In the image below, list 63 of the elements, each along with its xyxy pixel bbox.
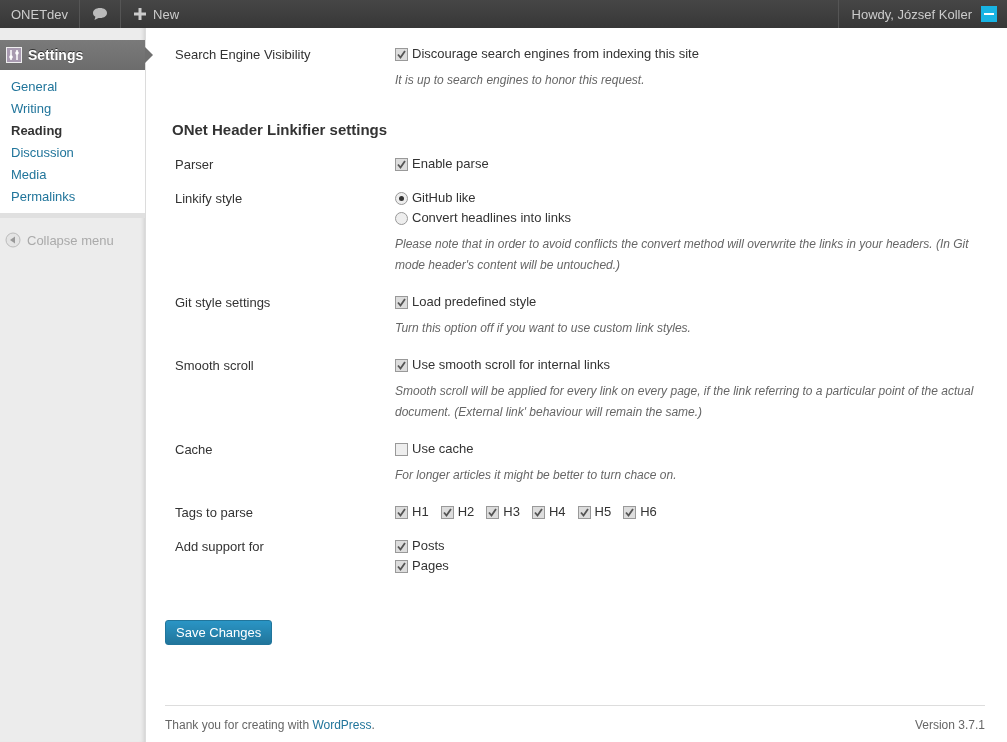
option-label: Posts: [412, 538, 445, 554]
submenu-link[interactable]: General: [0, 76, 145, 98]
field-description: It is up to search engines to honor this request.: [395, 72, 646, 89]
radio-button[interactable]: [395, 191, 408, 205]
setting-label: Git style settings: [175, 294, 272, 312]
option-label: Pages: [412, 558, 449, 574]
option-label: Load predefined style: [412, 294, 537, 310]
checkbox[interactable]: [531, 505, 545, 519]
current-pointer-icon: [145, 47, 153, 63]
checkbox[interactable]: [440, 505, 454, 519]
field-description: For longer articles it might be better to turn chace on.: [395, 467, 678, 484]
settings-menu-item[interactable]: Settings: [0, 40, 145, 70]
option-label: H4: [548, 504, 566, 520]
checkbox[interactable]: [395, 559, 408, 573]
checkbox[interactable]: [623, 505, 637, 519]
setting-label: Cache: [175, 441, 214, 459]
option-label: H1: [412, 504, 429, 520]
checkbox[interactable]: [395, 505, 408, 519]
section-heading: ONet Header Linkifier settings: [172, 121, 389, 138]
field-description: Please note that in order to avoid conflicts the convert method will overwrite the links in your headers. (In Git mode header's content will be untouched.): [395, 236, 970, 274]
setting-label: Search Engine Visibility: [175, 46, 312, 64]
sliders-icon: [6, 47, 22, 63]
option-label: Use smooth scroll for internal links: [412, 357, 610, 373]
setting-label: Linkify style: [175, 190, 244, 208]
field-description: Turn this option off if you want to use custom link styles.: [395, 320, 692, 337]
option-label: GitHub like: [412, 190, 476, 206]
submenu-link[interactable]: Media: [0, 164, 145, 186]
option-label: Use cache: [412, 441, 474, 457]
new-button[interactable]: New: [121, 0, 192, 28]
setting-label: Parser: [175, 156, 215, 172]
option-label: Discourage search engines from indexing this site: [412, 46, 699, 62]
account-menu[interactable]: Howdy, József Koller: [837, 0, 1007, 28]
setting-label: Tags to parse: [175, 504, 255, 520]
checkbox[interactable]: [395, 157, 408, 171]
submenu-link[interactable]: Reading: [0, 120, 145, 142]
submenu-link[interactable]: Discussion: [0, 142, 145, 164]
footer-credit: Thank you for creating with WordPress.: [165, 718, 375, 732]
checkbox[interactable]: [395, 358, 408, 372]
settings-label: Settings: [28, 47, 84, 63]
submenu-link[interactable]: Writing: [0, 98, 145, 120]
checkbox[interactable]: [486, 505, 500, 519]
option-label: H3: [503, 504, 520, 520]
avatar-icon: [981, 6, 997, 22]
option-label: H5: [594, 504, 612, 520]
checkbox[interactable]: [395, 539, 408, 553]
save-changes-button[interactable]: Save Changes: [165, 620, 273, 645]
setting-label: Smooth scroll: [175, 357, 255, 375]
checkbox[interactable]: [577, 505, 591, 519]
setting-label: Add support for: [175, 538, 265, 556]
radio-button[interactable]: [395, 211, 408, 225]
field-description: Smooth scroll will be applied for every link on every page, if the link referring to a particular point of the actual document. (External link' behaviour will remain the same.): [395, 383, 975, 421]
option-label: H6: [640, 504, 657, 520]
checkbox[interactable]: [395, 442, 408, 456]
plus-icon: [134, 8, 147, 20]
submenu-link[interactable]: Permalinks: [0, 186, 145, 208]
speech-bubble-icon: [92, 7, 109, 21]
wordpress-link[interactable]: WordPress: [312, 718, 372, 732]
version-text: Version 3.7.1: [914, 718, 985, 732]
option-label: Enable parse: [412, 156, 489, 172]
option-label: H2: [457, 504, 475, 520]
option-label: Convert headlines into links: [412, 210, 571, 226]
checkbox[interactable]: [395, 295, 408, 309]
checkbox[interactable]: [395, 47, 408, 61]
